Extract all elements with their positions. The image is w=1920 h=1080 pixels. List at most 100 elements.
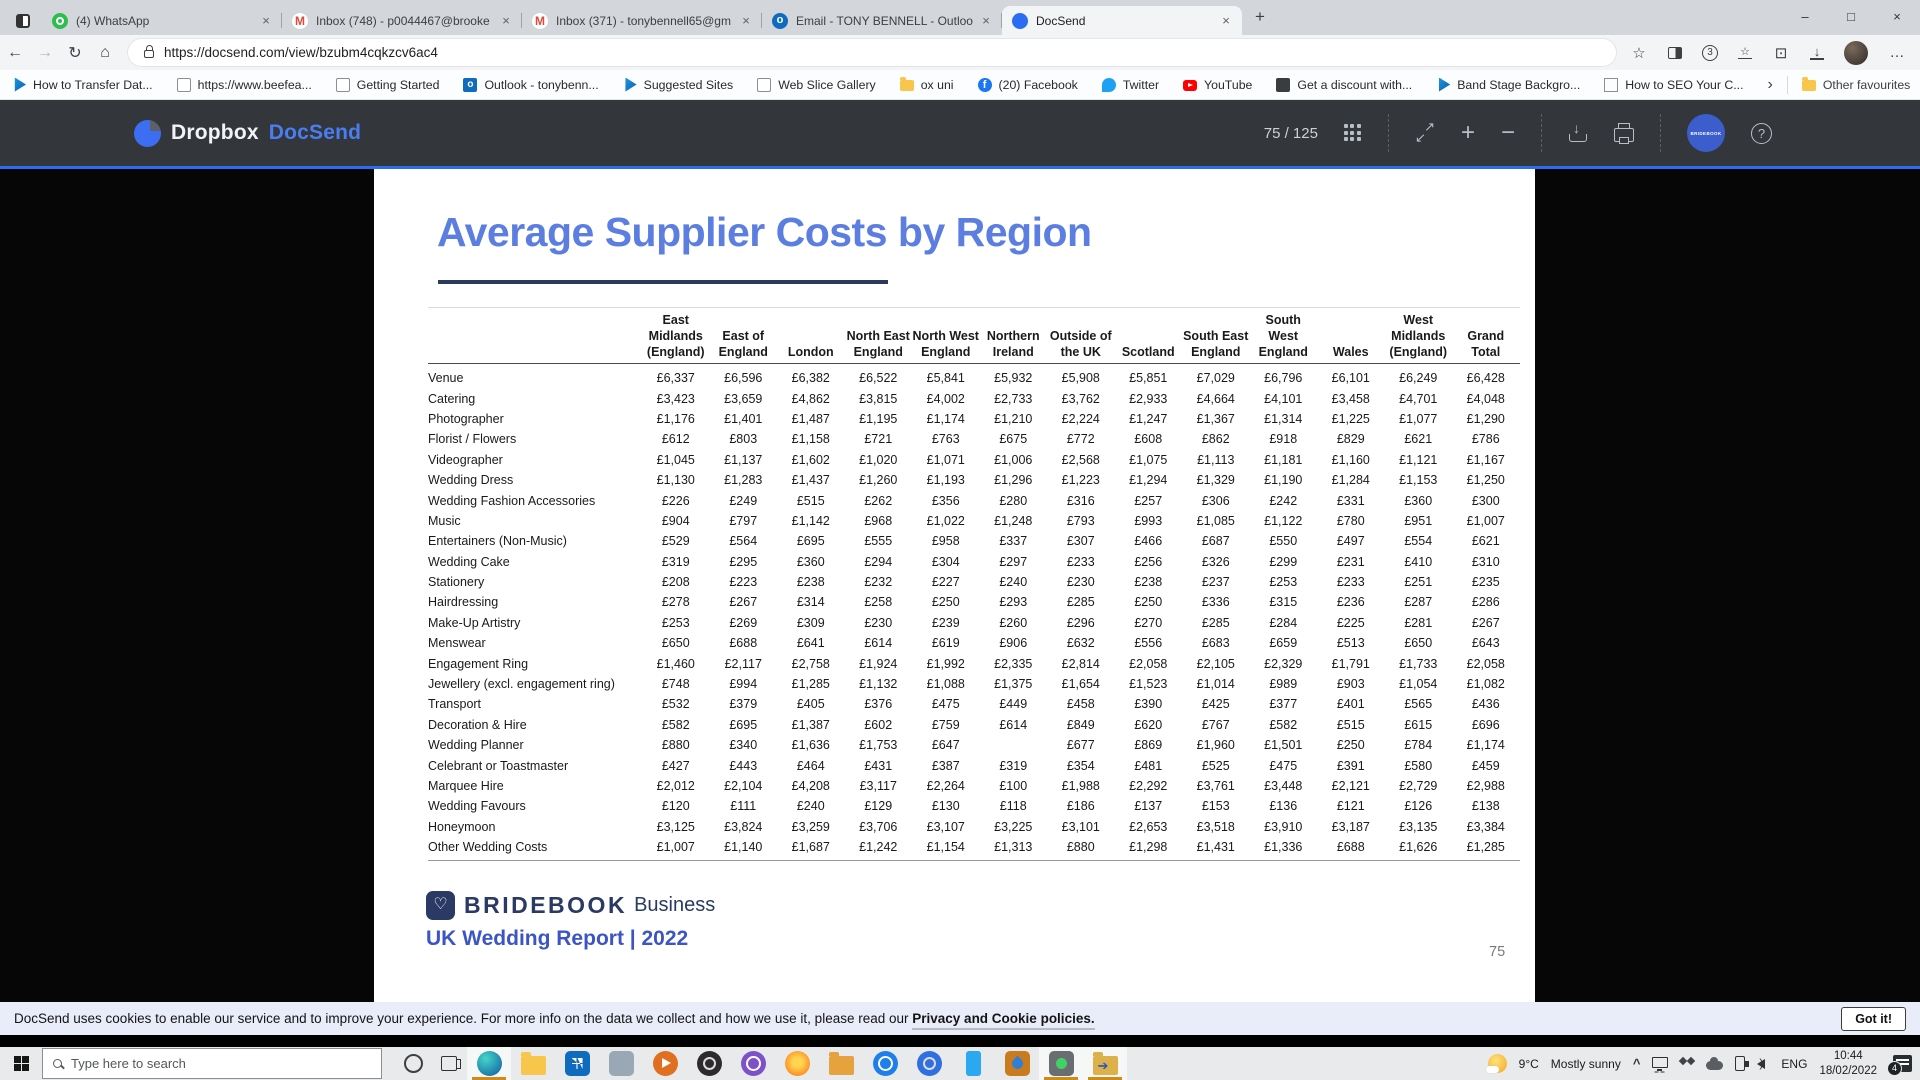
favorite-star-icon[interactable]: ☆: [1630, 44, 1648, 62]
back-button[interactable]: ←: [0, 44, 30, 62]
weather-temp[interactable]: 9°C: [1519, 1057, 1539, 1071]
taskbar-app-microsoft-store[interactable]: [555, 1047, 599, 1080]
privacy-policies-link[interactable]: Privacy and Cookie policies.: [912, 1011, 1094, 1030]
language-indicator[interactable]: ENG: [1781, 1057, 1807, 1071]
notification-center-icon[interactable]: [1893, 1055, 1912, 1072]
row-label: Celebrant or Toastmaster: [428, 759, 642, 773]
bookmark-8[interactable]: (20) Facebook: [978, 78, 1078, 92]
tab-search-button[interactable]: [8, 7, 38, 35]
weather-icon[interactable]: [1488, 1054, 1507, 1073]
download-icon[interactable]: [1568, 123, 1588, 143]
taskbar-app-folder-app[interactable]: [819, 1047, 863, 1080]
table-cell: £2,568: [1047, 453, 1115, 467]
bookmarks-chevron-icon[interactable]: ›: [1768, 76, 1773, 94]
folder-icon: [1802, 80, 1816, 91]
bookmark-12[interactable]: Band Stage Backgro...: [1436, 78, 1580, 92]
taskbar-app-swirl-app[interactable]: [907, 1047, 951, 1080]
taskbar-app-file-explorer[interactable]: [511, 1047, 555, 1080]
weather-desc[interactable]: Mostly sunny: [1551, 1057, 1621, 1071]
taskbar-search[interactable]: Type here to search: [42, 1048, 382, 1079]
phone-tray-icon[interactable]: [1735, 1056, 1745, 1071]
url-text[interactable]: https://docsend.com/view/bzubm4cqkzcv6ac…: [164, 45, 438, 60]
taskbar-app-phone-app[interactable]: [951, 1047, 995, 1080]
print-icon[interactable]: [1614, 128, 1634, 142]
table-cell: £1,022: [912, 514, 980, 528]
favorites-bar-icon[interactable]: ☆: [1738, 47, 1752, 59]
bookmark-3[interactable]: Getting Started: [336, 78, 440, 92]
volume-icon[interactable]: [1757, 1059, 1765, 1069]
bookmark-9[interactable]: Twitter: [1102, 78, 1159, 92]
more-menu-icon[interactable]: …: [1888, 44, 1906, 61]
bookmark-1[interactable]: How to Transfer Dat...: [12, 78, 153, 92]
extensions-icon[interactable]: ⊡: [1772, 44, 1790, 62]
thumbnail-grid-icon[interactable]: [1344, 124, 1362, 142]
tab-4[interactable]: Email - TONY BENNELL - Outloo×: [762, 6, 1002, 35]
home-button[interactable]: ⌂: [90, 44, 120, 62]
table-cell: £256: [1115, 555, 1183, 569]
bookmark-6[interactable]: Web Slice Gallery: [757, 78, 876, 92]
table-cell: £1,313: [980, 840, 1048, 854]
bookmark-7[interactable]: ox uni: [900, 78, 954, 92]
tab-close-icon[interactable]: ×: [1218, 13, 1234, 29]
taskbar-app-media-player[interactable]: [643, 1047, 687, 1080]
close-button[interactable]: ×: [1874, 0, 1920, 35]
start-button[interactable]: [0, 1047, 42, 1080]
table-cell: £1,132: [845, 677, 913, 691]
got-it-button[interactable]: Got it!: [1841, 1007, 1906, 1031]
cortana-icon[interactable]: [404, 1054, 423, 1073]
taskbar-app-whatsapp[interactable]: [1039, 1047, 1083, 1080]
bookmark-10[interactable]: YouTube: [1183, 78, 1252, 92]
taskbar-app-user-wizard[interactable]: [599, 1047, 643, 1080]
taskbar-app-viber[interactable]: [731, 1047, 775, 1080]
onedrive-tray-icon[interactable]: [1706, 1061, 1723, 1070]
split-screen-icon[interactable]: [1668, 47, 1682, 59]
tab-1[interactable]: (4) WhatsApp×: [42, 6, 282, 35]
fullscreen-icon[interactable]: [1415, 123, 1435, 143]
table-cell: £677: [1047, 738, 1115, 752]
new-tab-button[interactable]: +: [1246, 4, 1274, 32]
table-cell: £1,006: [980, 453, 1048, 467]
taskbar-app-cloud-app[interactable]: [863, 1047, 907, 1080]
tab-2[interactable]: Inbox (748) - p0044467@brooke×: [282, 6, 522, 35]
minimize-button[interactable]: –: [1782, 0, 1828, 35]
taskbar-app-edge[interactable]: [467, 1047, 511, 1080]
bookmark-4[interactable]: Outlook - tonybenn...: [463, 78, 598, 92]
table-cell: £1,113: [1182, 453, 1250, 467]
table-cell: £968: [845, 514, 913, 528]
docsend-logo[interactable]: Dropbox DocSend: [134, 120, 361, 147]
help-icon[interactable]: ?: [1751, 123, 1772, 144]
table-cell: £253: [1250, 575, 1318, 589]
tab-3[interactable]: Inbox (371) - tonybennell65@gm×: [522, 6, 762, 35]
refresh-button[interactable]: ↻: [60, 43, 90, 63]
task-view-icon[interactable]: [441, 1056, 457, 1071]
zoom-in-button[interactable]: +: [1461, 123, 1475, 143]
address-bar[interactable]: https://docsend.com/view/bzubm4cqkzcv6ac…: [128, 39, 1616, 66]
taskbar-app-folder-transfer[interactable]: [1083, 1047, 1127, 1080]
tab-close-icon[interactable]: ×: [498, 13, 514, 29]
taskbar-app-music-record[interactable]: [687, 1047, 731, 1080]
bookmark-2[interactable]: https://www.beefea...: [177, 78, 312, 92]
profile-avatar[interactable]: [1844, 41, 1868, 65]
show-hidden-icons[interactable]: ^: [1633, 1056, 1641, 1071]
downloads-icon[interactable]: ↓: [1810, 46, 1824, 60]
zoom-out-button[interactable]: −: [1501, 123, 1515, 143]
taskbar-app-firefox[interactable]: [775, 1047, 819, 1080]
collections-icon[interactable]: 3: [1702, 45, 1718, 61]
tab-close-icon[interactable]: ×: [258, 13, 274, 29]
bookmark-11[interactable]: Get a discount with...: [1276, 78, 1412, 92]
dropbox-tray-icon[interactable]: [1680, 1057, 1694, 1071]
table-cell: £1,174: [912, 412, 980, 426]
tab-close-icon[interactable]: ×: [738, 13, 754, 29]
maximize-button[interactable]: □: [1828, 0, 1874, 35]
forward-button[interactable]: →: [30, 44, 60, 62]
display-tray-icon[interactable]: [1652, 1057, 1668, 1068]
taskbar-app-drop-app[interactable]: [995, 1047, 1039, 1080]
tab-5[interactable]: DocSend×: [1002, 6, 1242, 35]
table-row: Wedding Fashion Accessories£226£249£515£…: [428, 490, 1520, 510]
bookmark-5[interactable]: Suggested Sites: [623, 78, 734, 92]
clock[interactable]: 10:4418/02/2022: [1819, 1049, 1877, 1079]
tab-close-icon[interactable]: ×: [978, 13, 994, 29]
bookmark-13[interactable]: How to SEO Your C...: [1604, 78, 1743, 92]
account-avatar[interactable]: BRIDEBOOK: [1687, 114, 1725, 152]
other-favourites-button[interactable]: Other favourites: [1802, 78, 1910, 92]
